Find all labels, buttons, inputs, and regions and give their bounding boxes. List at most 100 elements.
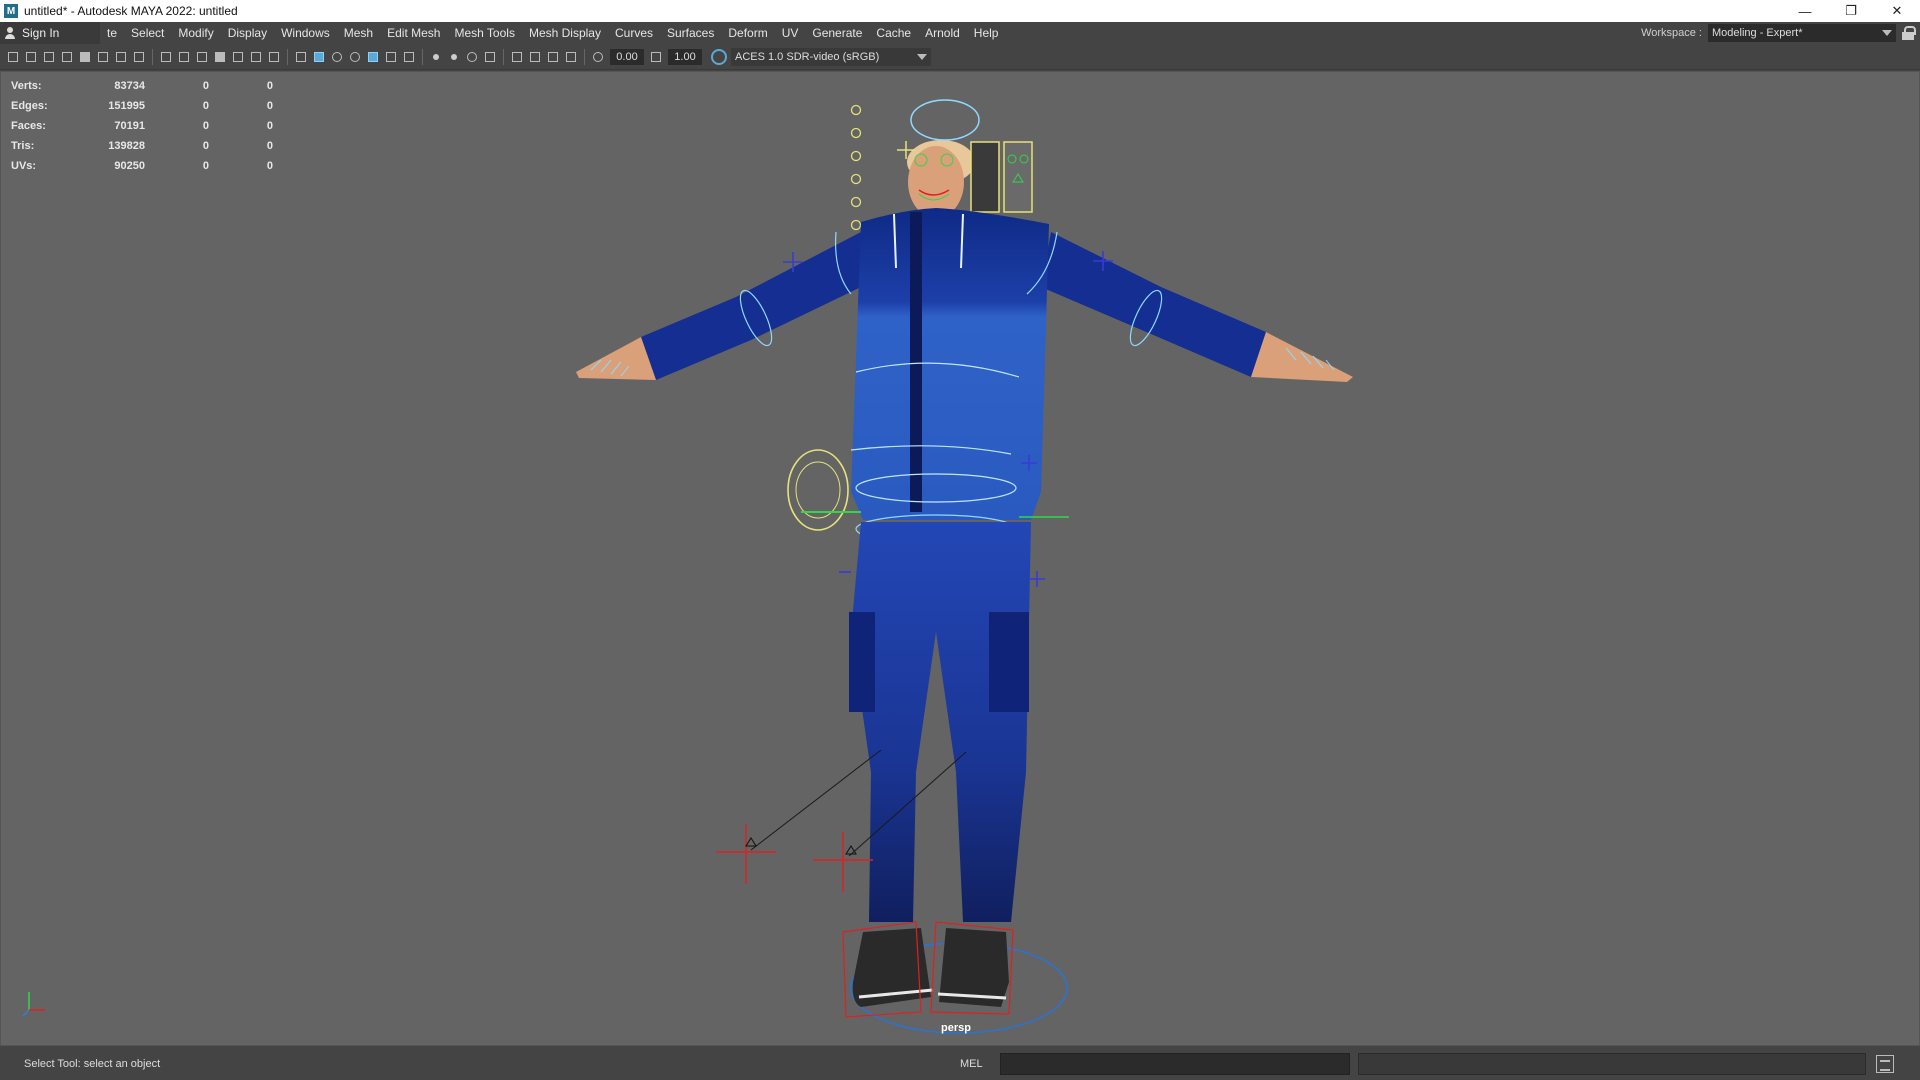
help-line-message: Select Tool: select an object [24, 1057, 161, 1070]
character-shoes [842, 921, 1014, 1018]
menu-item-help[interactable]: Help [967, 22, 1006, 44]
menu-item-cache[interactable]: Cache [869, 22, 918, 44]
exposure-field[interactable]: 0.00 [610, 48, 644, 65]
hud-value: 0 [266, 120, 273, 132]
hud-label: UVs: [11, 160, 37, 172]
menu-item-surfaces[interactable]: Surfaces [660, 22, 721, 44]
hud-row-tris: Tris: 139828 0 0 [11, 136, 273, 156]
restore-icon[interactable]: ❐ [1828, 0, 1874, 22]
motion-blur-icon[interactable] [446, 49, 462, 65]
close-icon[interactable]: ✕ [1874, 0, 1920, 22]
wireframe-icon[interactable] [293, 49, 309, 65]
textured-icon[interactable] [365, 49, 381, 65]
menu-item-arnold[interactable]: Arnold [918, 22, 967, 44]
workspace-dropdown[interactable]: Modeling - Expert* [1708, 24, 1896, 42]
facial-control-panels [970, 141, 1033, 213]
character-jacket [834, 208, 1058, 520]
default-material-icon[interactable] [329, 49, 345, 65]
anti-aliasing-icon[interactable] [464, 49, 480, 65]
hud-value: 0 [266, 160, 273, 172]
pin-icon[interactable] [77, 49, 93, 65]
screen-space-ao-icon[interactable] [428, 49, 444, 65]
depth-of-field-icon[interactable] [482, 49, 498, 65]
workspace-label: Workspace : [1641, 27, 1702, 39]
isolate-select-icon[interactable] [509, 49, 525, 65]
bookmark-icon[interactable] [41, 49, 57, 65]
menu-item-edit-mesh[interactable]: Edit Mesh [380, 22, 447, 44]
scene-canvas[interactable] [1, 72, 1919, 1045]
menu-item-mesh-display[interactable]: Mesh Display [522, 22, 608, 44]
xray-joints-icon[interactable] [545, 49, 561, 65]
command-line-input[interactable] [1000, 1052, 1350, 1075]
menu-item-generate[interactable]: Generate [805, 22, 869, 44]
hud-value: 151995 [108, 100, 145, 112]
menu-item-deform[interactable]: Deform [721, 22, 774, 44]
workspace-selector: Workspace : Modeling - Expert* [1641, 22, 1916, 44]
field-chart-icon[interactable] [230, 49, 246, 65]
axis-gizmo-icon [22, 992, 45, 1017]
hud-label: Verts: [11, 80, 42, 92]
menu-item-te[interactable]: te [100, 22, 124, 44]
menu-item-select[interactable]: Select [124, 22, 171, 44]
smooth-shade-icon[interactable] [311, 49, 327, 65]
hud-value: 70191 [114, 120, 145, 132]
hud-value: 0 [202, 80, 209, 92]
gamma-field[interactable]: 1.00 [668, 48, 702, 65]
camera-select-icon[interactable] [5, 49, 21, 65]
persp-viewport[interactable]: Verts: 83734 0 0 Edges: 151995 0 0 Faces… [0, 71, 1920, 1046]
hud-row-verts: Verts: 83734 0 0 [11, 76, 273, 96]
lock-icon[interactable] [1902, 26, 1916, 40]
menu-item-mesh[interactable]: Mesh [337, 22, 380, 44]
toolbar-separator [287, 48, 288, 65]
hud-value: 0 [202, 160, 209, 172]
poly-count-hud: Verts: 83734 0 0 Edges: 151995 0 0 Faces… [11, 76, 273, 176]
shadows-icon[interactable] [401, 49, 417, 65]
film-gate-icon[interactable] [176, 49, 192, 65]
hud-row-edges: Edges: 151995 0 0 [11, 96, 273, 116]
use-all-lights-icon[interactable] [383, 49, 399, 65]
hud-value: 83734 [114, 80, 145, 92]
menu-item-display[interactable]: Display [221, 22, 274, 44]
hud-value: 0 [202, 120, 209, 132]
color-space-dropdown[interactable]: ACES 1.0 SDR-video (sRGB) [731, 47, 931, 66]
menu-item-modify[interactable]: Modify [171, 22, 220, 44]
resolution-gate-icon[interactable] [194, 49, 210, 65]
menu-bar: Sign In te Select Modify Display Windows… [0, 22, 1920, 44]
person-icon [4, 27, 16, 39]
grid-icon[interactable] [158, 49, 174, 65]
color-management-icon[interactable] [711, 48, 727, 65]
viewport-toolbar: 0.00 1.00 ACES 1.0 SDR-video (sRGB) [0, 44, 1920, 70]
chevron-down-icon [1882, 30, 1892, 36]
gate-mask-icon[interactable] [212, 49, 228, 65]
image-plane-icon[interactable] [59, 49, 75, 65]
toolbar-separator [422, 48, 423, 65]
menu-item-mesh-tools[interactable]: Mesh Tools [447, 22, 521, 44]
hud-value: 0 [202, 100, 209, 112]
minimize-icon[interactable]: — [1782, 0, 1828, 22]
menu-item-curves[interactable]: Curves [608, 22, 660, 44]
gamma-icon[interactable] [648, 49, 664, 65]
color-space-value: ACES 1.0 SDR-video (sRGB) [735, 50, 880, 63]
title-bar: M untitled* - Autodesk MAYA 2022: untitl… [0, 0, 1920, 22]
sign-in-button[interactable]: Sign In [0, 22, 100, 44]
menu-item-uv[interactable]: UV [775, 22, 806, 44]
pan-zoom-icon[interactable] [113, 49, 129, 65]
safe-title-icon[interactable] [266, 49, 282, 65]
wireframe-on-shaded-icon[interactable] [347, 49, 363, 65]
mel-toggle-button[interactable]: MEL [960, 1058, 1000, 1070]
backface-culling-icon[interactable] [563, 49, 579, 65]
safe-action-icon[interactable] [248, 49, 264, 65]
hud-value: 0 [266, 140, 273, 152]
script-editor-icon[interactable] [1876, 1054, 1894, 1073]
chevron-down-icon [917, 53, 927, 60]
sign-in-label: Sign In [22, 26, 60, 40]
hud-row-faces: Faces: 70191 0 0 [11, 116, 273, 136]
grease-pencil-icon[interactable] [95, 49, 111, 65]
edit-icon[interactable] [131, 49, 147, 65]
camera-attributes-icon[interactable] [23, 49, 39, 65]
menu-item-windows[interactable]: Windows [274, 22, 337, 44]
spine-circle-controls [850, 104, 862, 231]
exposure-icon[interactable] [590, 49, 606, 65]
xray-icon[interactable] [527, 49, 543, 65]
toolbar-separator [152, 48, 153, 65]
